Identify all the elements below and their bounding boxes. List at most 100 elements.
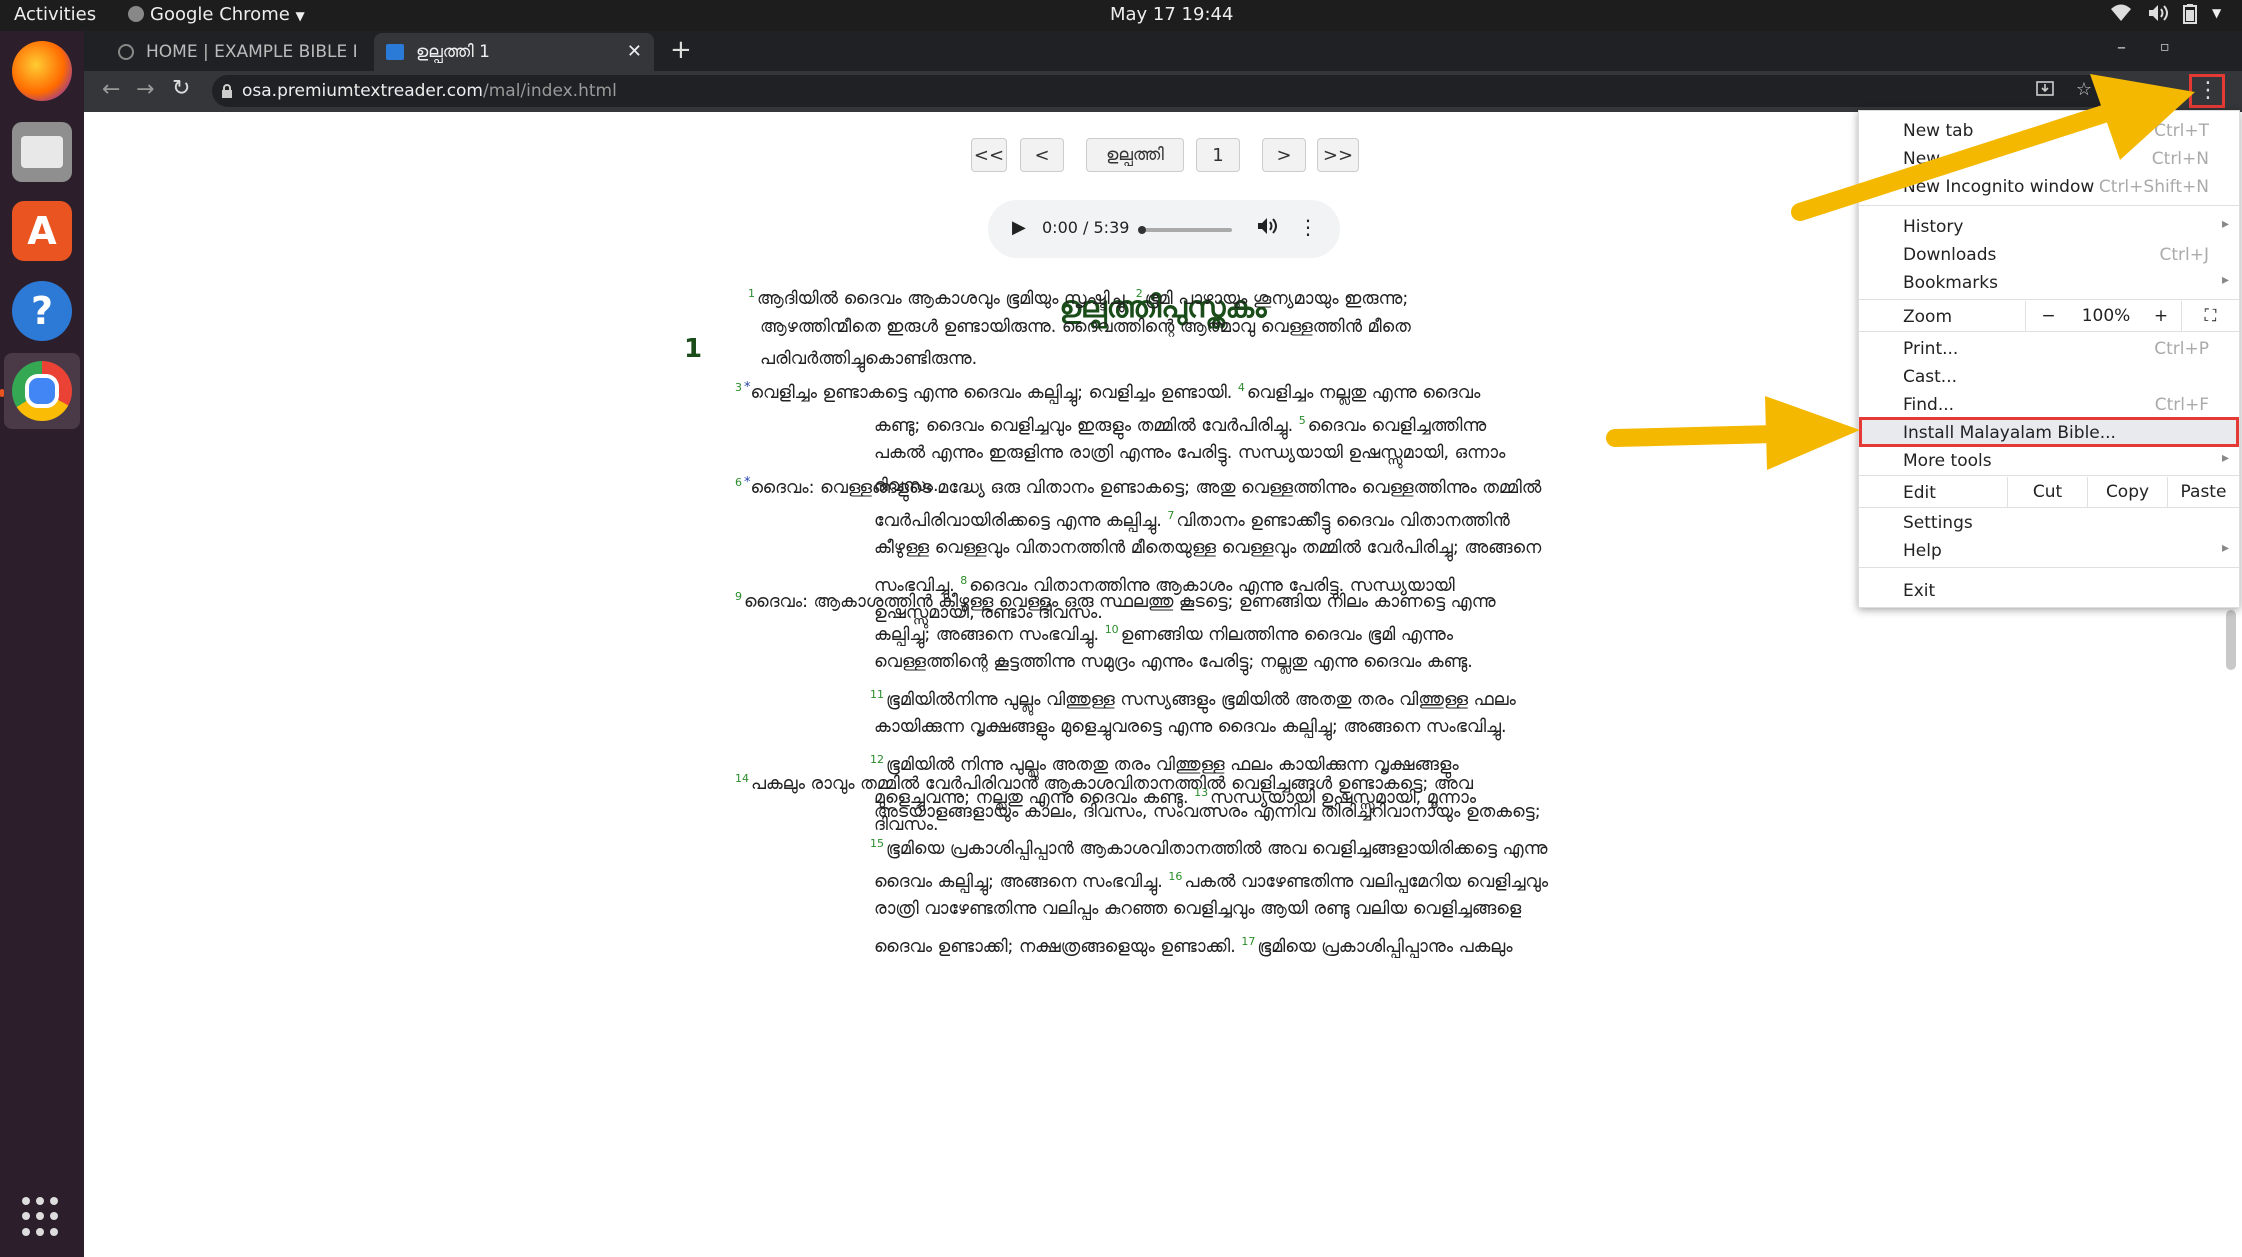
verse-number: 14: [735, 772, 749, 785]
help-icon[interactable]: ?: [12, 281, 72, 341]
verse-number: 1: [748, 287, 755, 300]
last-chapter-button[interactable]: >>: [1317, 138, 1359, 172]
restore-icon[interactable]: ▫: [2160, 39, 2170, 55]
verse-text: പകലും രാവും തമ്മിൽ വേർപിരിവാൻ ആകാശവിതാനത…: [751, 773, 1473, 794]
verse-number: 15: [870, 837, 884, 851]
verse-number: 10: [1104, 622, 1119, 636]
firefox-icon[interactable]: [12, 41, 72, 101]
verse-text: ഭൂമി പാഴായും ശൂന്യമായും ഇരുന്നു;: [1144, 288, 1409, 309]
cut-button[interactable]: Cut: [2007, 477, 2087, 507]
menu-install-app[interactable]: Install Malayalam Bible...: [1859, 417, 2239, 447]
system-top-bar: Activities Google Chrome ▼ May 17 19:44 …: [0, 0, 2242, 31]
minimize-icon[interactable]: –: [2117, 37, 2126, 58]
zoom-out-button[interactable]: −: [2025, 301, 2071, 331]
verse-text: ഭൂമിയെ പ്രകാശിപ്പിപ്പാൻ ആകാശവിതാനത്തിൽ അ…: [886, 839, 1548, 860]
menu-print[interactable]: Print... Ctrl+P: [1859, 335, 2239, 363]
show-apps-icon[interactable]: [22, 1197, 62, 1237]
dock: A ?: [0, 31, 84, 1257]
verse-text: രാത്രി വാഴേണ്ടതിന്നു വലിപ്പം കുറഞ്ഞ വെളി…: [874, 899, 1522, 920]
verse-number: 16: [1168, 869, 1183, 883]
verse-text: വെളിച്ചം നല്ലതു എന്നു ദൈവം: [1246, 382, 1481, 403]
text-line: പകൽ എന്നും ഇരുളിന്നു രാത്രി എന്നും പേരിട…: [874, 437, 1505, 470]
submenu-arrow-icon: ▸: [2221, 216, 2229, 232]
zoom-in-button[interactable]: +: [2141, 301, 2181, 331]
verse-number: 2: [1135, 287, 1143, 300]
verse-text: വെള്ളത്തിന്റെ കൂട്ടത്തിന്നു സമുദ്രം എന്ന…: [874, 652, 1473, 673]
paste-button[interactable]: Paste: [2167, 477, 2239, 507]
verse-text: പരിവർത്തിച്ചുകൊണ്ടിരുന്നു.: [760, 349, 978, 370]
folder-shape: [21, 136, 63, 168]
verse-text: ആഴത്തിന്മീതെ ഇരുൾ ഉണ്ടായിരുന്നു. ദൈവത്തി…: [760, 316, 1411, 337]
chrome-icon[interactable]: [12, 361, 72, 421]
text-line: കീഴുള്ള വെള്ളവും വിതാനത്തിൻ മീതെയുള്ള വെ…: [874, 532, 1541, 565]
verse-text: വിതാനം ഉണ്ടാക്കീട്ടു ദൈവം വിതാനത്തിൻ: [1176, 510, 1510, 531]
battery-icon[interactable]: [2183, 4, 2197, 29]
next-chapter-button[interactable]: >: [1262, 138, 1306, 172]
menu-find[interactable]: Find... Ctrl+F: [1859, 391, 2239, 419]
menu-edit-row: Edit Cut Copy Paste: [1859, 477, 2239, 507]
clock[interactable]: May 17 19:44: [1110, 4, 1233, 25]
verse-text: ഭൂമിയെ പ്രകാശിപ്പിപ്പാനും പകലും: [1257, 936, 1513, 957]
seek-handle[interactable]: [1138, 226, 1146, 234]
annotation-arrow-to-install: [1606, 396, 1860, 470]
verse-text: ദൈവം: ആകാശത്തിൻ കീഴുള്ള വെള്ളം ഒരു സ്ഥലത…: [744, 591, 1496, 612]
menu-cast[interactable]: Cast...: [1859, 363, 2239, 391]
fullscreen-icon[interactable]: ⛶: [2181, 301, 2239, 331]
play-icon[interactable]: ▶: [1012, 217, 1026, 238]
caret-down-icon: ▼: [295, 9, 305, 23]
scrollbar-thumb[interactable]: [2226, 610, 2236, 670]
verse-text: ദൈവം കല്പിച്ചു; അങ്ങനെ സംഭവിച്ചു.: [874, 871, 1169, 892]
text-line: പരിവർത്തിച്ചുകൊണ്ടിരുന്നു.: [760, 343, 977, 376]
chrome-small-icon: [128, 6, 144, 22]
wifi-icon[interactable]: [2110, 3, 2132, 28]
audio-options-icon[interactable]: ⋮: [1298, 215, 1318, 239]
copy-button[interactable]: Copy: [2087, 477, 2167, 507]
submenu-arrow-icon: ▸: [2221, 272, 2229, 288]
volume-icon[interactable]: [2147, 3, 2169, 28]
menu-exit[interactable]: Exit: [1859, 577, 2239, 605]
tab-genesis-1[interactable]: ഉല്പത്തി 1 ✕: [374, 33, 654, 71]
url-host: osa.premiumtextreader.com: [242, 81, 483, 101]
forward-icon[interactable]: →: [136, 77, 154, 102]
mute-icon[interactable]: [1256, 216, 1278, 240]
software-center-icon[interactable]: A: [12, 201, 72, 261]
back-icon[interactable]: ←: [102, 77, 120, 102]
audio-player: ▶ 0:00 / 5:39 ⋮: [988, 200, 1340, 258]
chapter-select-button[interactable]: 1: [1196, 138, 1240, 172]
audio-seek-bar[interactable]: [1138, 226, 1232, 234]
menu-settings[interactable]: Settings: [1859, 509, 2239, 537]
verse-text: വേർപിരിവായിരിക്കട്ടെ എന്നു കല്പിച്ചു.: [874, 510, 1168, 531]
verse-text: വെളിച്ചം ഉണ്ടാകട്ടെ എന്നു ദൈവം കല്പിച്ചു…: [750, 382, 1238, 403]
lock-icon: [222, 83, 232, 98]
files-icon[interactable]: [12, 122, 72, 182]
menu-downloads[interactable]: Downloads Ctrl+J: [1859, 241, 2239, 269]
verse-number: 3: [735, 381, 742, 394]
activities-button[interactable]: Activities: [14, 4, 96, 25]
verse-text: കണ്ടു; ദൈവം വെളിച്ചവും ഇരുളും തമ്മിൽ വേർ…: [874, 415, 1299, 436]
chapter-number: 1: [684, 334, 703, 364]
menu-bookmarks[interactable]: Bookmarks ▸: [1859, 269, 2239, 297]
app-menu[interactable]: Google Chrome ▼: [128, 4, 305, 25]
text-line: വെള്ളത്തിന്റെ കൂട്ടത്തിന്നു സമുദ്രം എന്ന…: [874, 646, 1473, 679]
url-path: /mal/index.html: [483, 81, 617, 101]
verse-text: ഭൂമിയിൽനിന്നു പുല്ലും വിത്തുള്ള സസ്യങ്ങള…: [886, 689, 1516, 710]
audio-time: 0:00 / 5:39: [1042, 218, 1130, 237]
menu-zoom-row: Zoom − 100% + ⛶: [1859, 301, 2239, 331]
menu-help[interactable]: Help ▸: [1859, 537, 2239, 565]
close-tab-icon[interactable]: ✕: [627, 41, 642, 62]
submenu-arrow-icon: ▸: [2221, 450, 2229, 466]
site-favicon-icon: [386, 44, 404, 60]
tab-title: HOME | EXAMPLE BIBLE I: [146, 42, 358, 62]
book-select-button[interactable]: ഉല്പത്തി: [1086, 138, 1184, 172]
new-tab-plus-icon[interactable]: +: [670, 35, 692, 65]
verse-text: ദൈവം: വെള്ളങ്ങളുടെ മദ്ധ്യേ ഒരു വിതാനം ഉണ…: [750, 477, 1542, 498]
submenu-arrow-icon: ▸: [2221, 540, 2229, 556]
menu-more-tools[interactable]: More tools ▸: [1859, 447, 2239, 475]
annotation-arrow-to-menu-button: [1791, 74, 2195, 221]
verse-text: കല്പിച്ചു; അങ്ങനെ സംഭവിച്ചു.: [874, 624, 1105, 645]
reload-icon[interactable]: ↻: [172, 76, 190, 101]
prev-chapter-button[interactable]: <: [1020, 138, 1064, 172]
system-menu-caret-icon[interactable]: ▼: [2212, 6, 2221, 20]
first-chapter-button[interactable]: <<: [971, 138, 1007, 172]
verse-number: 5: [1298, 413, 1306, 427]
